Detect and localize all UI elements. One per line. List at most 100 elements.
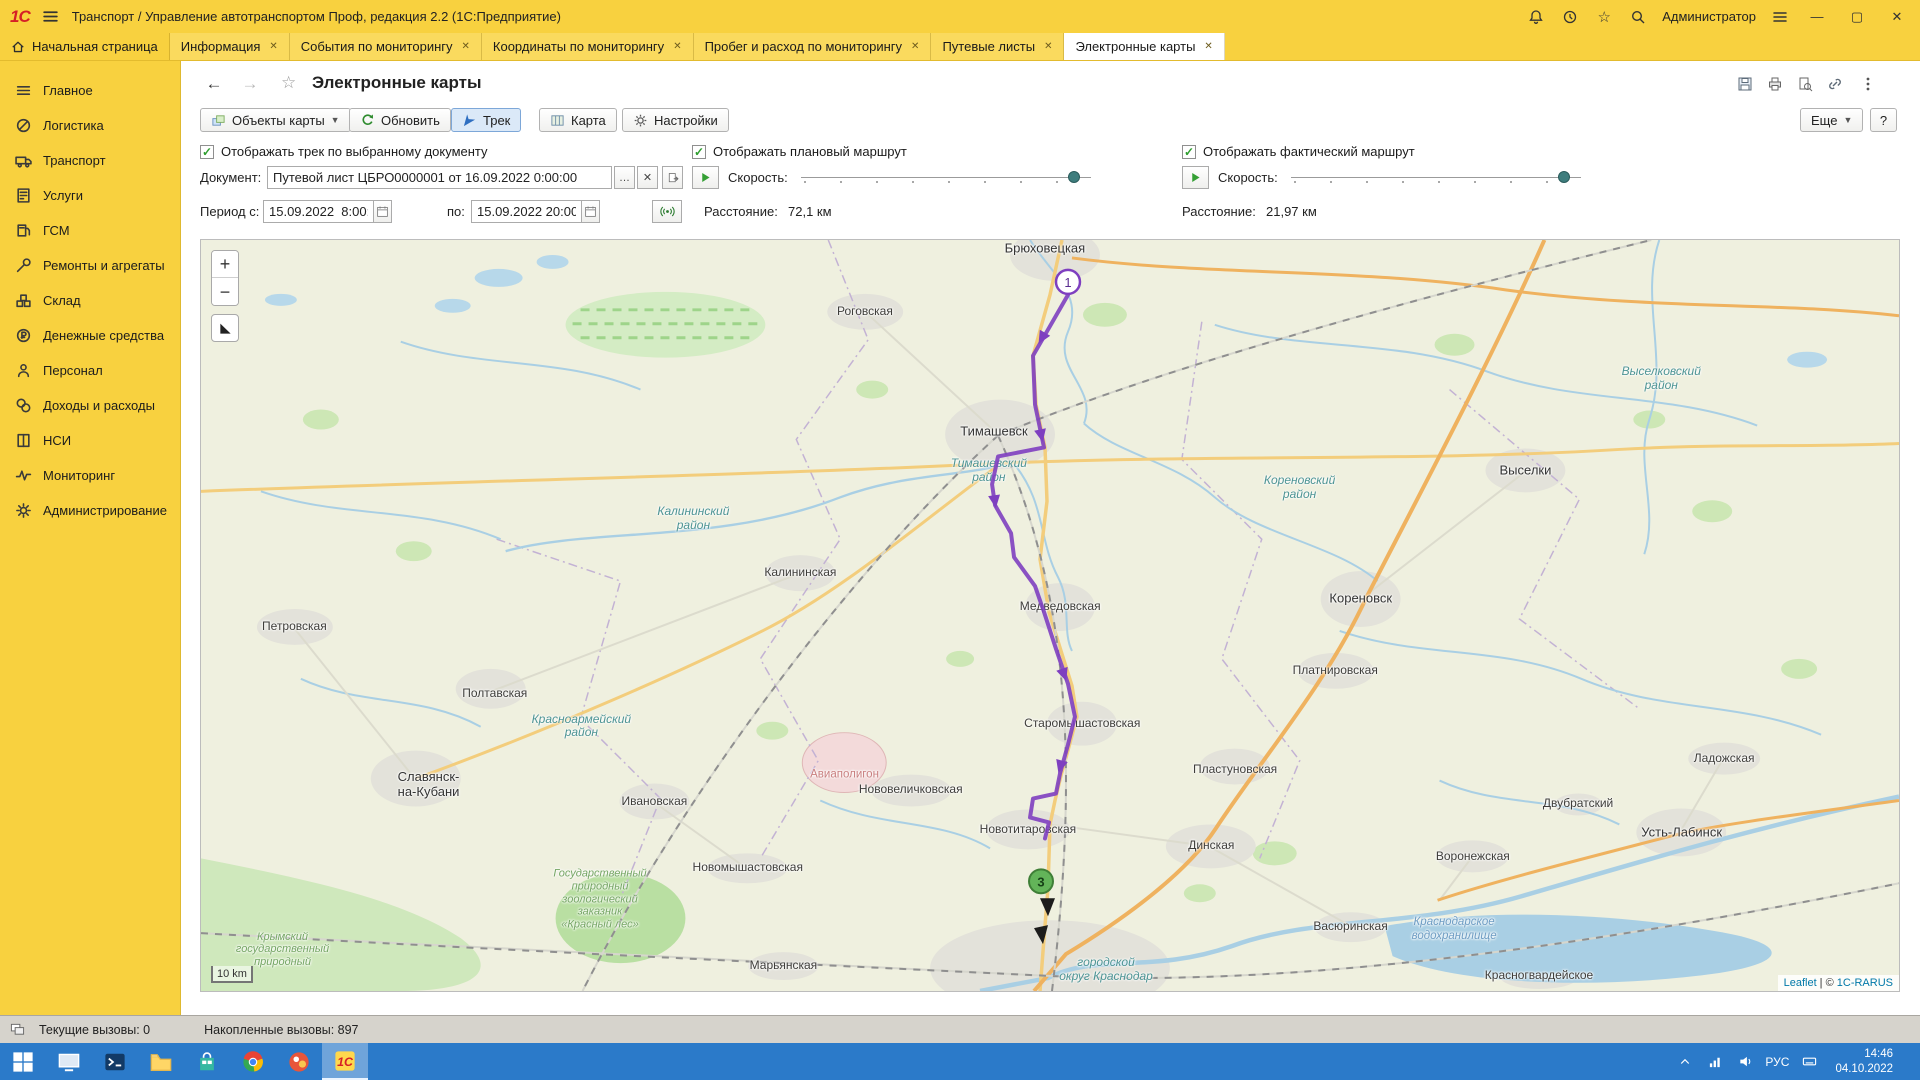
document-clear-button[interactable]: ✕ (637, 166, 658, 189)
taskbar-spacer (368, 1043, 1675, 1080)
sidebar-item-menu[interactable]: Главное (0, 73, 180, 108)
tab-5[interactable]: Электронные карты✕ (1064, 33, 1224, 60)
measure-triangle-icon (218, 321, 233, 336)
tab-close-icon[interactable]: ✕ (911, 41, 919, 52)
search-icon[interactable] (1628, 7, 1648, 27)
tab-label: События по мониторингу (301, 39, 453, 54)
taskbar-app-store[interactable] (184, 1043, 230, 1080)
settings-button[interactable]: Настройки (622, 108, 729, 132)
notifications-bell-icon[interactable] (1526, 7, 1546, 27)
planned-speed-slider[interactable] (801, 168, 1091, 188)
help-button[interactable]: ? (1870, 108, 1897, 132)
provider-link[interactable]: 1C-RARUS (1837, 977, 1893, 989)
sidebar-item-fuel[interactable]: ГСМ (0, 213, 180, 248)
actual-speed-slider[interactable] (1291, 168, 1581, 188)
taskbar-app-explorer[interactable] (138, 1043, 184, 1080)
tab-close-icon[interactable]: ✕ (462, 41, 470, 52)
window-titlebar: 1С Транспорт / Управление автотранспорто… (0, 0, 1920, 33)
sidebar: ГлавноеЛогистикаТранспортУслугиГСМРемонт… (0, 61, 181, 1015)
more-kebab-icon[interactable] (1857, 73, 1879, 95)
sidebar-item-admin[interactable]: Администрирование (0, 493, 180, 528)
sidebar-item-personnel[interactable]: Персонал (0, 353, 180, 388)
sidebar-item-logistics[interactable]: Логистика (0, 108, 180, 143)
sidebar-item-monitoring[interactable]: Мониторинг (0, 458, 180, 493)
tab-home[interactable]: Начальная страница (0, 33, 170, 60)
print-preview-icon[interactable] (1794, 73, 1816, 95)
document-open-button[interactable] (662, 166, 683, 189)
get-link-icon[interactable] (1824, 73, 1846, 95)
nav-back-button[interactable]: ← (201, 72, 227, 96)
sidebar-item-income[interactable]: Доходы и расходы (0, 388, 180, 423)
period-from-input[interactable] (263, 200, 373, 223)
tray-chevron-up-icon[interactable] (1675, 1052, 1695, 1072)
slider-handle[interactable] (1558, 171, 1570, 183)
close-button[interactable]: ✕ (1884, 7, 1910, 27)
sidebar-item-transport[interactable]: Транспорт (0, 143, 180, 178)
refresh-button[interactable]: Обновить (349, 108, 451, 132)
checkbox-checked-icon: ✓ (200, 145, 214, 159)
map-button[interactable]: Карта (539, 108, 617, 132)
sidebar-item-repairs[interactable]: Ремонты и агрегаты (0, 248, 180, 283)
taskbar-app-chrome[interactable] (230, 1043, 276, 1080)
chrome-icon (242, 1051, 264, 1073)
monitoring-beacon-button[interactable] (652, 200, 682, 223)
tab-close-icon[interactable]: ✕ (673, 41, 681, 52)
main-menu-icon[interactable] (40, 6, 62, 28)
page-header: ← → ☆ Электронные карты (181, 70, 1920, 102)
window-title: Транспорт / Управление автотранспортом П… (72, 9, 561, 24)
show-planned-route-checkbox[interactable]: ✓ Отображать плановый маршрут (692, 144, 907, 159)
print-icon[interactable] (1764, 73, 1786, 95)
map[interactable]: БрюховецкаяРоговскаяТимашевскТимашевский… (200, 239, 1900, 992)
add-favorite-star-icon[interactable]: ☆ (281, 73, 296, 93)
save-icon[interactable] (1734, 73, 1756, 95)
sidebar-item-services[interactable]: Услуги (0, 178, 180, 213)
taskbar-app-1c[interactable]: 1С (322, 1043, 368, 1080)
taskbar-app-terminal[interactable] (92, 1043, 138, 1080)
period-from-calendar-button[interactable] (373, 200, 392, 223)
document-choose-button[interactable]: … (614, 166, 635, 189)
nav-forward-button[interactable]: → (237, 72, 263, 96)
sidebar-item-money[interactable]: Денежные средства (0, 318, 180, 353)
actual-play-button[interactable] (1182, 166, 1209, 189)
page-content: ← → ☆ Электронные карты (181, 61, 1920, 1015)
show-actual-route-checkbox[interactable]: ✓ Отображать фактический маршрут (1182, 144, 1415, 159)
leaflet-link[interactable]: Leaflet (1784, 977, 1817, 989)
tab-4[interactable]: Путевые листы✕ (931, 33, 1064, 60)
zoom-in-button[interactable]: + (212, 251, 238, 278)
show-track-checkbox[interactable]: ✓ Отображать трек по выбранному документ… (200, 144, 488, 159)
taskbar-app-graphics[interactable] (276, 1043, 322, 1080)
zoom-out-button[interactable]: − (212, 278, 238, 305)
tray-keyboard-icon[interactable] (1799, 1052, 1819, 1072)
tab-3[interactable]: Пробег и расход по мониторингу✕ (694, 33, 932, 60)
sidebar-item-nsi[interactable]: НСИ (0, 423, 180, 458)
tab-close-icon[interactable]: ✕ (1204, 41, 1212, 52)
more-button[interactable]: Еще ▼ (1800, 108, 1863, 132)
history-icon[interactable] (1560, 7, 1580, 27)
taskbar-app-taskview[interactable] (46, 1043, 92, 1080)
tab-close-icon[interactable]: ✕ (269, 41, 277, 52)
favorites-star-icon[interactable]: ☆ (1594, 7, 1614, 27)
tray-volume-icon[interactable] (1735, 1052, 1755, 1072)
maximize-button[interactable]: ▢ (1844, 7, 1870, 27)
screen: 1С Транспорт / Управление автотранспорто… (0, 0, 1920, 1080)
tab-2[interactable]: Координаты по мониторингу✕ (482, 33, 694, 60)
tab-close-icon[interactable]: ✕ (1044, 41, 1052, 52)
slider-handle[interactable] (1068, 171, 1080, 183)
document-input[interactable] (267, 166, 612, 189)
tab-1[interactable]: События по мониторингу ✕ (290, 33, 482, 60)
planned-play-button[interactable] (692, 166, 719, 189)
sidebar-item-warehouse[interactable]: Склад (0, 283, 180, 318)
period-to-calendar-button[interactable] (581, 200, 600, 223)
tab-0[interactable]: Информация✕ (170, 33, 290, 60)
language-indicator[interactable]: РУС (1765, 1055, 1789, 1069)
map-objects-button[interactable]: Объекты карты ▼ (200, 108, 351, 132)
period-to-input[interactable] (471, 200, 581, 223)
start-button[interactable] (0, 1043, 46, 1080)
taskbar-clock[interactable]: 14:46 04.10.2022 (1829, 1047, 1899, 1077)
minimize-button[interactable]: — (1804, 7, 1830, 27)
tray-network-icon[interactable] (1705, 1052, 1725, 1072)
current-user[interactable]: Администратор (1662, 9, 1756, 24)
measure-button[interactable] (211, 314, 239, 342)
track-button[interactable]: Трек (451, 108, 521, 132)
user-menu-icon[interactable] (1770, 7, 1790, 27)
